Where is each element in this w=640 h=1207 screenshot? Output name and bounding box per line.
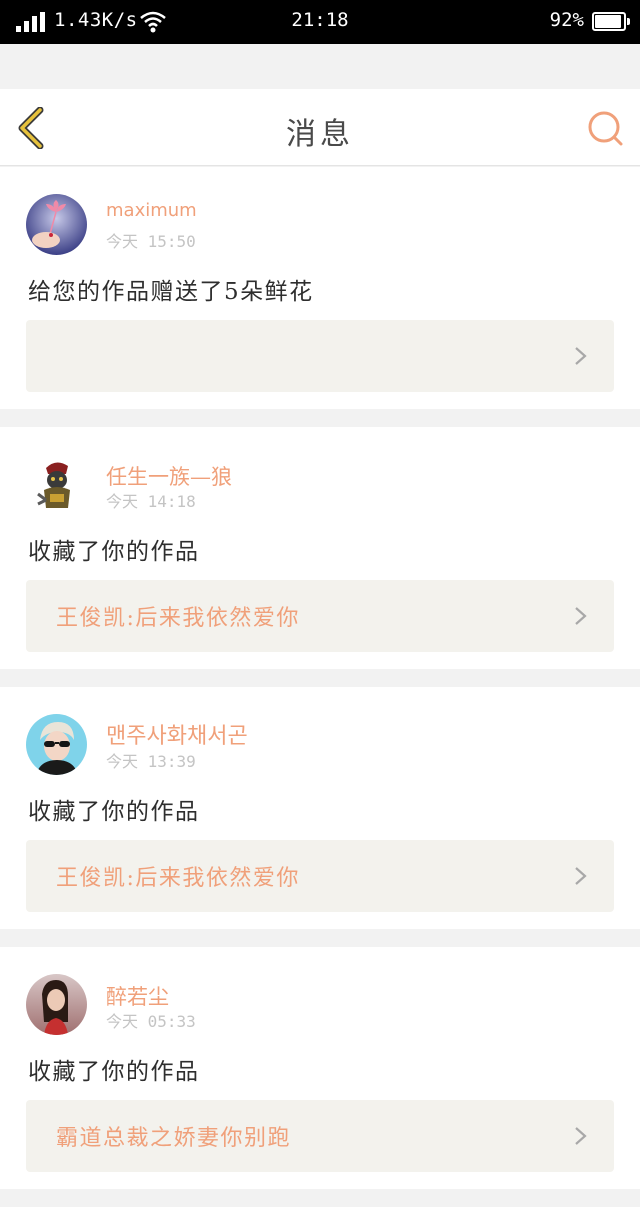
battery-percent: 92%: [549, 9, 584, 31]
username[interactable]: 任生一族—狼: [106, 461, 232, 491]
username[interactable]: maximum: [106, 200, 197, 221]
chevron-right-icon: [575, 347, 587, 365]
timestamp: 今天 15:50: [106, 232, 196, 251]
search-button[interactable]: [586, 109, 626, 149]
message-card: maximum 今天 15:50 给您的作品赠送了5朵鲜花: [0, 167, 640, 409]
work-link[interactable]: [26, 320, 614, 392]
avatar[interactable]: [26, 974, 87, 1035]
work-title: 王俊凯:后来我依然爱你: [56, 606, 300, 631]
message-text: 收藏了你的作品: [28, 1059, 200, 1085]
username[interactable]: 맨주사화채서곤: [106, 718, 248, 750]
battery-icon: [592, 12, 630, 31]
work-link[interactable]: 王俊凯:后来我依然爱你: [26, 580, 614, 652]
work-link[interactable]: 王俊凯:后来我依然爱你: [26, 840, 614, 912]
message-card: 醉若尘 今天 05:33 收藏了你的作品 霸道总裁之娇妻你别跑: [0, 947, 640, 1189]
timestamp: 今天 14:18: [106, 492, 196, 511]
search-icon: [588, 111, 623, 146]
work-title: 霸道总裁之娇妻你别跑: [56, 1126, 292, 1151]
avatar[interactable]: [26, 454, 87, 515]
avatar[interactable]: [26, 194, 87, 255]
status-bar: 1.43K/s 21:18 92%: [0, 0, 640, 44]
chevron-right-icon: [575, 607, 587, 625]
chevron-right-icon: [575, 1127, 587, 1145]
page-title: 消息: [286, 117, 354, 152]
username[interactable]: 醉若尘: [106, 981, 169, 1011]
message-text: 收藏了你的作品: [28, 539, 200, 565]
work-link[interactable]: 霸道总裁之娇妻你别跑: [26, 1100, 614, 1172]
timestamp: 今天 13:39: [106, 752, 196, 771]
message-list: maximum 今天 15:50 给您的作品赠送了5朵鲜花 任生一族—狼 今天 …: [0, 167, 640, 1207]
message-card: 任生一族—狼 今天 14:18 收藏了你的作品 王俊凯:后来我依然爱你: [0, 427, 640, 669]
message-text: 收藏了你的作品: [28, 799, 200, 825]
battery-fill: [595, 15, 621, 28]
app-header: 消息: [0, 89, 640, 166]
work-title: 王俊凯:后来我依然爱你: [56, 866, 300, 891]
message-text: 给您的作品赠送了5朵鲜花: [28, 279, 314, 305]
chevron-right-icon: [575, 867, 587, 885]
message-card: 맨주사화채서곤 今天 13:39 收藏了你的作品 王俊凯:后来我依然爱你: [0, 687, 640, 929]
timestamp: 今天 05:33: [106, 1012, 196, 1031]
clock: 21:18: [291, 9, 349, 31]
avatar[interactable]: [26, 714, 87, 775]
